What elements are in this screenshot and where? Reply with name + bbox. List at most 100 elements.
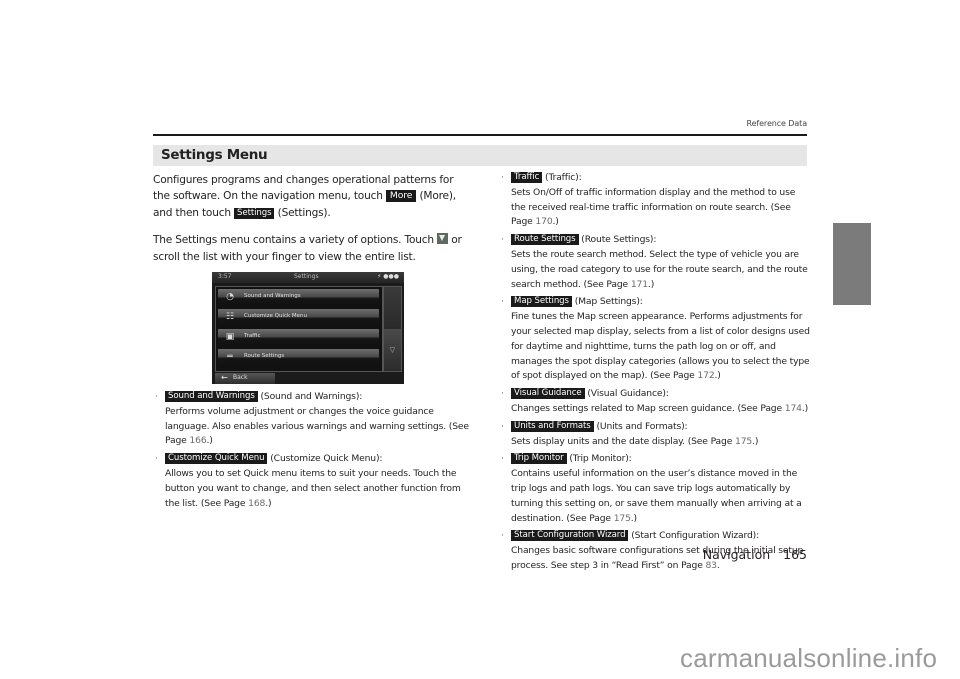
header-rule [153, 134, 807, 136]
page-reference[interactable]: 172 [697, 370, 714, 381]
intro-text: The Settings menu contains a variety of … [153, 234, 438, 247]
setting-item-route-settings: · Route Settings (Route Settings): Sets th… [499, 233, 811, 292]
device-back-button: ← Back [215, 373, 275, 384]
description-end: .) [714, 370, 721, 382]
footer-section: Navigation [702, 547, 771, 562]
settings-items-right: · Traffic (Traffic): Sets On/Off of traffi… [499, 171, 811, 574]
setting-item-visual-guidance: · Visual Guidance (Visual Guidance): Chang… [499, 387, 811, 417]
setting-item-trip-monitor: · Trip Monitor (Trip Monitor): Contains us… [499, 452, 811, 526]
bullet: · [501, 173, 504, 183]
item-heading: Sound and Warnings (Sound and Warnings): [165, 390, 471, 405]
device-screen-title: Settings [294, 273, 319, 280]
description-text: Contains useful information on the user’… [511, 468, 802, 524]
running-header: Reference Data [746, 119, 807, 128]
page-reference[interactable]: 174 [785, 403, 802, 414]
setting-item-map-settings: · Map Settings (Map Settings): Fine tunes … [499, 295, 811, 384]
quick-menu-icon: ☷ [225, 312, 235, 322]
device-item-traffic: ▣ Traffic [218, 329, 379, 346]
item-description: Changes settings related to Map screen g… [511, 402, 811, 417]
item-name: (Route Settings): [578, 234, 657, 246]
more-button-label: More [385, 190, 417, 203]
right-column: · Traffic (Traffic): Sets On/Off of traffi… [499, 171, 811, 577]
item-name: (Sound and Warnings): [257, 391, 363, 402]
bullet: · [155, 454, 158, 465]
item-description: Allows you to set Quick menu items to su… [165, 467, 471, 511]
description-end: .) [752, 435, 759, 447]
description-text: Changes settings related to Map screen g… [511, 402, 785, 414]
description-text: Fine tunes the Map screen appearance. Pe… [511, 311, 810, 382]
page-footer: Navigation 165 [703, 547, 807, 562]
item-heading: Start Configuration Wizard (Start Config… [511, 529, 811, 544]
button-label-tag: Sound and Warnings [165, 391, 258, 402]
item-description: Fine tunes the Map screen appearance. Pe… [511, 310, 811, 384]
item-description: Performs volume adjustment or changes th… [165, 405, 471, 449]
page-reference[interactable]: 168 [248, 498, 265, 509]
button-label-tag: Traffic [511, 172, 543, 183]
item-heading: Visual Guidance (Visual Guidance): [511, 387, 811, 402]
page-reference[interactable]: 175 [614, 513, 631, 524]
item-heading: Traffic (Traffic): [511, 171, 811, 186]
setting-item-sound-and-warnings: · Sound and Warnings (Sound and Warnings)… [153, 390, 471, 449]
button-label-tag: Units and Formats [511, 420, 594, 432]
setting-item-traffic: · Traffic (Traffic): Sets On/Off of traffi… [499, 171, 811, 230]
description-end: .) [265, 497, 272, 509]
page-reference[interactable]: 170 [535, 216, 552, 227]
bullet: · [501, 297, 504, 308]
device-status-icons: ⚡ ●●● [377, 273, 399, 280]
button-label-tag: Customize Quick Menu [165, 453, 268, 465]
description-end: .) [801, 402, 809, 414]
button-label-tag: Map Settings [511, 296, 572, 308]
description-end: .) [647, 278, 655, 290]
scroll-down-icon [437, 233, 449, 245]
description-text: Sets the route search method. Select the… [511, 248, 808, 290]
item-name: (Traffic): [542, 172, 582, 183]
chapter-thumb-tab [833, 223, 871, 305]
page-reference[interactable]: 171 [631, 279, 648, 290]
item-name: (Trip Monitor): [566, 453, 632, 465]
item-heading: Customize Quick Menu (Customize Quick Me… [165, 452, 471, 467]
bullet: · [155, 392, 158, 402]
device-scroll-up [384, 287, 401, 327]
item-name: (Map Settings): [571, 296, 643, 308]
button-label-tag: Route Settings [511, 234, 579, 246]
bullet: · [501, 421, 504, 432]
description-end: .) [206, 435, 213, 447]
item-heading: Route Settings (Route Settings): [511, 233, 811, 248]
device-item-customize-quick-menu: ☷ Customize Quick Menu [218, 309, 379, 326]
bullet: · [501, 531, 504, 542]
button-label-tag: Start Configuration Wizard [511, 530, 629, 542]
back-arrow-icon: ← [221, 373, 228, 382]
route-icon: ═ [227, 352, 233, 362]
settings-button-label: Settings [234, 207, 275, 219]
item-name: (Units and Formats): [593, 420, 688, 432]
intro-text: (Settings). [274, 206, 331, 219]
speaker-icon: ◔ [226, 292, 234, 302]
bullet: · [501, 235, 504, 246]
item-name: (Customize Quick Menu): [267, 453, 383, 465]
item-name: (Start Configuration Wizard): [628, 530, 760, 542]
description-text: Allows you to set Quick menu items to su… [165, 467, 461, 509]
page-reference[interactable]: 175 [735, 436, 752, 447]
button-label-tag: Trip Monitor [511, 453, 567, 465]
item-description: Sets the route search method. Select the… [511, 248, 811, 292]
settings-items-left: · Sound and Warnings (Sound and Warnings)… [153, 390, 471, 514]
page-reference[interactable]: 166 [189, 435, 206, 446]
item-description: Sets display units and the date display.… [511, 435, 811, 450]
left-column: Configures programs and changes operatio… [153, 172, 471, 265]
button-label-tag: Visual Guidance [511, 388, 585, 400]
setting-item-customize-quick-menu: · Customize Quick Menu (Customize Quick M… [153, 452, 471, 511]
item-heading: Trip Monitor (Trip Monitor): [511, 452, 811, 467]
device-item-label: Traffic [244, 333, 261, 339]
device-item-label: Route Settings [244, 353, 285, 359]
item-heading: Map Settings (Map Settings): [511, 295, 811, 310]
section-heading-bar: Settings Menu [153, 145, 807, 166]
scroll-down-icon: ▽ [384, 329, 401, 371]
device-item-route-settings: ═ Route Settings [218, 349, 379, 366]
device-settings-list: ◔ Sound and Warnings ☷ Customize Quick M… [215, 286, 383, 372]
item-description: Sets On/Off of traffic information displ… [511, 186, 811, 230]
device-back-label: Back [233, 374, 248, 381]
device-item-sound-and-warnings: ◔ Sound and Warnings [218, 289, 379, 306]
item-heading: Units and Formats (Units and Formats): [511, 420, 811, 435]
bullet: · [501, 389, 504, 400]
description-text: Sets display units and the date display.… [511, 435, 735, 447]
